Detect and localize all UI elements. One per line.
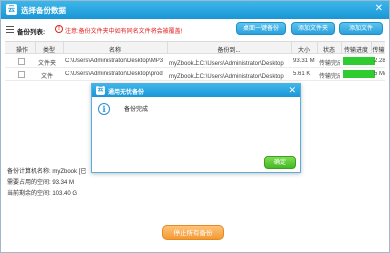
progress-fill: [343, 70, 375, 78]
row-speed: 5 M/: [374, 71, 385, 77]
toolbar: 备份列表: ! 注意:备份文件夹中如有同名文件将会被覆盖! 桌面一键备份 添加文…: [1, 19, 389, 39]
app-logo-icon: 云: [96, 86, 105, 95]
col-name: 名称: [108, 48, 121, 54]
list-icon: [6, 26, 14, 33]
app-logo-icon: 云: [6, 4, 17, 15]
col-status: 状态: [322, 48, 335, 54]
row-type: 文件: [41, 74, 54, 80]
main-window: 云 选择备份数据 ✕ 备份列表: ! 注意:备份文件夹中如有同名文件将会被覆盖!…: [0, 0, 390, 253]
window-title: 选择备份数据: [21, 6, 66, 15]
col-type: 类型: [42, 48, 55, 54]
overwrite-warning: 注意:备份文件夹中如有同名文件将会被覆盖!: [65, 29, 183, 35]
col-progress: 传输进度: [343, 48, 368, 54]
col-action: 操作: [15, 48, 28, 54]
close-icon[interactable]: ✕: [288, 85, 296, 96]
space-remaining: 当前剩余的空间: 103.40 G: [7, 191, 78, 197]
progress-bar: [343, 57, 375, 65]
row-name: C:\Users\Administrator\Desktop\prod: [65, 71, 163, 77]
row-destination: myZbook上C:\Users\Administrator\Desktop: [169, 61, 284, 67]
row-size: 5.61 K: [293, 71, 311, 77]
col-speed: 传输: [372, 48, 385, 54]
add-file-button[interactable]: 添加文件: [339, 22, 383, 35]
row-checkbox[interactable]: [18, 71, 25, 78]
desktop-backup-button[interactable]: 桌面一键备份: [236, 22, 286, 35]
add-folder-button[interactable]: 添加文件夹: [291, 22, 335, 35]
warning-icon: !: [55, 25, 63, 33]
row-speed: 2.28: [374, 58, 385, 64]
row-name: C:\Users\Administrator\Desktop\MP3: [65, 58, 164, 64]
progress-fill: [343, 57, 375, 65]
dialog-title-bar: 云 通用无忧备份 ✕: [92, 84, 300, 97]
computer-name: 备份计算机名称: myZbook [已: [7, 169, 87, 175]
info-icon: i: [98, 103, 110, 115]
dialog-message: 备份完成: [124, 107, 149, 113]
table-row[interactable]: 文件夹 C:\Users\Administrator\Desktop\MP3 m…: [5, 55, 385, 68]
row-status: 传输完成: [319, 61, 340, 67]
dialog-title: 通用无忧备份: [108, 90, 145, 96]
backup-complete-dialog: 云 通用无忧备份 ✕ i 备份完成 确定: [91, 83, 301, 173]
ok-button[interactable]: 确定: [264, 156, 296, 169]
col-size: 大小: [297, 48, 310, 54]
table-row[interactable]: 文件 C:\Users\Administrator\Desktop\prod m…: [5, 68, 385, 81]
row-checkbox[interactable]: [18, 58, 25, 65]
close-icon[interactable]: ✕: [375, 3, 383, 14]
space-needed: 需要占用的空间: 93.34 M: [7, 180, 75, 186]
row-type: 文件夹: [38, 61, 57, 67]
col-destination: 备份到...: [217, 48, 241, 54]
stop-all-backups-button[interactable]: 停止所有备份: [162, 225, 224, 240]
backup-table: 操作 类型 名称 备份到... 大小 状态 传输进度 传输 文件夹 C:\Use…: [5, 41, 385, 83]
backup-list-label: 备份列表:: [17, 29, 46, 36]
row-status: 传输完成: [319, 74, 340, 80]
title-bar: 云 选择备份数据 ✕: [1, 1, 389, 19]
table-header: 操作 类型 名称 备份到... 大小 状态 传输进度 传输: [5, 42, 385, 54]
progress-bar: [343, 70, 375, 78]
row-size: 93.31 M: [293, 58, 315, 64]
row-destination: myZbook上C:\Users\Administrator\Desktop: [169, 74, 284, 80]
